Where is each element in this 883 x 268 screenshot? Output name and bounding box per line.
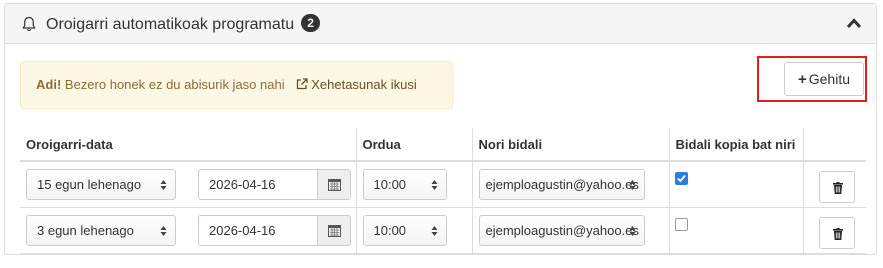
offset-value: 15 egun lehenago <box>37 177 142 192</box>
external-link-icon <box>297 78 308 90</box>
offset-value: 3 egun lehenago <box>37 222 134 238</box>
updown-arrows-icon <box>629 225 635 236</box>
recipient-cell: ejemploagustin@yahoo.es <box>471 160 669 207</box>
updown-arrows-icon <box>431 180 437 190</box>
add-reminder-button[interactable]: + Gehitu <box>784 62 864 96</box>
date-cell: 3 egun lehenago 2026-04-16 <box>20 206 356 254</box>
calendar-icon <box>328 224 341 237</box>
chevron-up-icon[interactable] <box>846 16 862 30</box>
calendar-icon <box>328 179 341 191</box>
col-header-copy: Bidali kopia bat niri <box>668 128 803 162</box>
updown-arrows-icon <box>431 225 437 236</box>
time-select[interactable]: 10:00 <box>362 214 447 246</box>
details-link-label: Xehetasunak ikusi <box>311 77 417 92</box>
copy-to-me-checkbox[interactable] <box>674 172 688 185</box>
trash-icon <box>832 182 843 194</box>
date-picker-button[interactable] <box>317 214 351 246</box>
updown-arrows-icon <box>160 225 167 236</box>
date-group: 2026-04-16 <box>192 162 362 207</box>
trash-icon <box>832 227 843 240</box>
reminders-panel: Oroigarri automatikoak programatu 2 Adi! … <box>4 3 877 255</box>
alert-text: Bezero honek ez du abisurik jaso nahi <box>64 77 285 92</box>
reminders-table: Oroigarri-data Ordua Nori bidali Bidali … <box>20 128 866 254</box>
details-link[interactable]: Xehetasunak ikusi <box>296 77 417 92</box>
updown-arrows-icon <box>629 180 635 190</box>
copy-cell <box>668 206 803 254</box>
table-row: 15 egun lehenago 2026-04-16 10:00 ejempl… <box>20 160 866 207</box>
warning-alert: Adi! Bezero honek ez du abisurik jaso na… <box>20 61 453 109</box>
col-header-recipient: Nori bidali <box>471 128 669 162</box>
recipient-value: ejemploagustin@yahoo.es <box>485 177 639 192</box>
count-badge: 2 <box>301 14 321 32</box>
copy-to-me-checkbox[interactable] <box>674 217 688 231</box>
time-select[interactable]: 10:00 <box>362 169 447 200</box>
updown-arrows-icon <box>160 180 167 190</box>
panel-header: Oroigarri automatikoak programatu 2 <box>5 4 876 44</box>
panel-title: Oroigarri automatikoak programatu 2 <box>46 14 321 34</box>
date-group: 2026-04-16 <box>192 208 362 253</box>
time-value: 10:00 <box>373 177 407 192</box>
date-value: 2026-04-16 <box>209 222 276 238</box>
bell-icon <box>22 16 36 31</box>
col-header-actions <box>802 128 866 162</box>
date-value: 2026-04-16 <box>209 177 276 192</box>
table-row: 3 egun lehenago 2026-04-16 10:00 ejemplo… <box>20 206 866 254</box>
time-cell: 10:00 <box>355 160 472 207</box>
checkmark-icon <box>676 174 686 183</box>
date-cell: 15 egun lehenago 2026-04-16 <box>20 160 356 207</box>
time-value: 10:00 <box>373 222 407 238</box>
date-input[interactable]: 2026-04-16 <box>198 214 318 246</box>
actions-cell <box>802 160 866 207</box>
recipient-value: ejemploagustin@yahoo.es <box>485 222 639 238</box>
plus-icon: + <box>797 70 807 88</box>
offset-select[interactable]: 15 egun lehenago <box>26 169 176 200</box>
col-header-date: Oroigarri-data <box>20 128 356 162</box>
date-picker-button[interactable] <box>317 169 351 200</box>
alert-strong: Adi! <box>36 77 62 92</box>
date-input[interactable]: 2026-04-16 <box>198 169 318 200</box>
recipient-cell: ejemploagustin@yahoo.es <box>471 206 669 254</box>
actions-cell <box>802 206 866 254</box>
table-header-row: Oroigarri-data Ordua Nori bidali Bidali … <box>20 128 866 162</box>
panel-title-text: Oroigarri automatikoak programatu <box>46 16 295 33</box>
col-header-time: Ordua <box>355 128 472 162</box>
delete-button[interactable] <box>818 216 855 249</box>
recipient-select[interactable]: ejemploagustin@yahoo.es <box>478 214 645 246</box>
offset-select[interactable]: 3 egun lehenago <box>26 214 176 246</box>
add-button-label: Gehitu <box>808 71 850 87</box>
recipient-select[interactable]: ejemploagustin@yahoo.es <box>478 169 645 200</box>
copy-cell <box>668 160 803 207</box>
time-cell: 10:00 <box>355 206 472 254</box>
delete-button[interactable] <box>818 171 855 203</box>
